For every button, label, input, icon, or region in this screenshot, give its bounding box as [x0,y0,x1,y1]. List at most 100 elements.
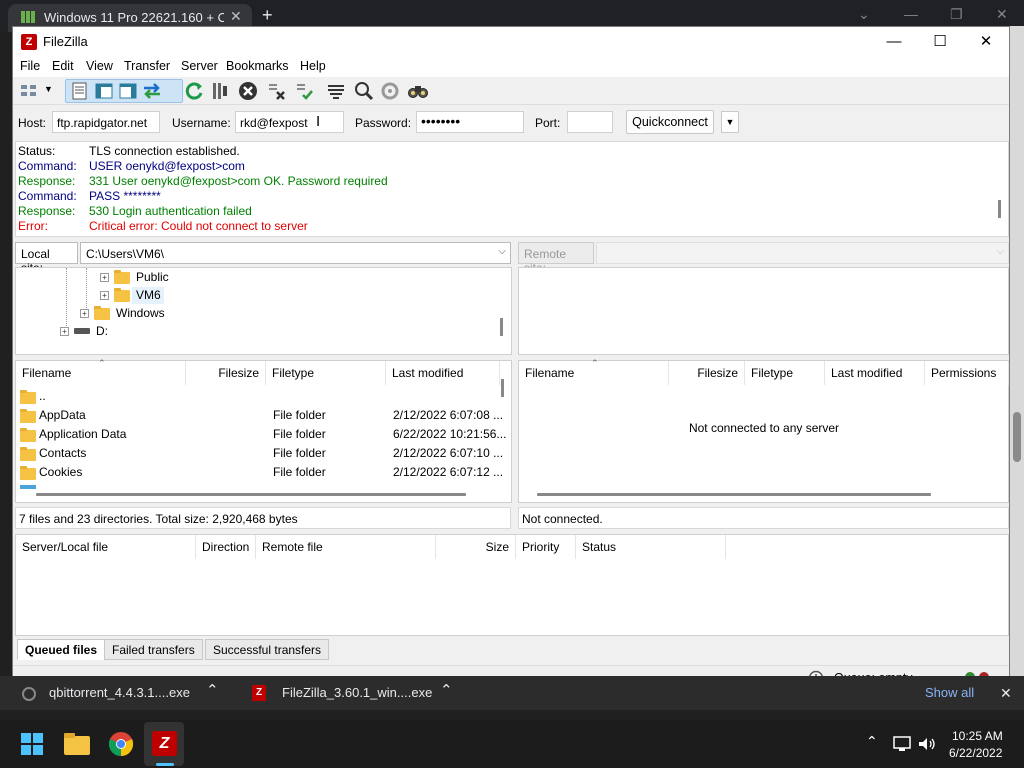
file-row[interactable]: Contacts File folder 2/12/2022 6:07:10 .… [20,444,503,463]
host-minimize-icon[interactable]: — [904,6,918,22]
new-tab-button[interactable]: + [262,5,273,26]
site-manager-dropdown-icon[interactable]: ▼ [44,84,53,94]
toggle-local-tree-icon[interactable] [93,80,115,102]
local-list-hscrollbar-thumb[interactable] [36,493,466,496]
menu-bookmarks[interactable]: Bookmarks [226,59,289,73]
tray-chevron-up-icon[interactable]: ⌃ [866,733,878,750]
show-all-link[interactable]: Show all [925,685,974,700]
network-icon[interactable] [893,736,911,752]
password-input[interactable]: •••••••• [416,111,524,133]
tree-item-vm6[interactable]: + VM6 [100,287,170,305]
cancel-icon[interactable] [237,80,259,102]
toggle-remote-tree-icon[interactable] [117,80,139,102]
column-filesize[interactable]: Filesize [186,361,266,385]
minimize-button[interactable]: — [871,27,917,57]
username-input[interactable]: rkd@fexpost I [235,111,344,133]
tab-successful-transfers[interactable]: Successful transfers [205,639,330,660]
host-scrollbar[interactable] [1010,26,1024,690]
column-last-modified[interactable]: Last modified [825,361,925,385]
local-tree-scrollbar-thumb[interactable] [500,318,503,336]
file-modified: 2/12/2022 6:07:12 ... [393,465,504,479]
windows-start-icon[interactable] [20,732,44,756]
quickconnect-dropdown-icon[interactable]: ▼ [721,111,739,133]
volume-icon[interactable] [917,736,937,752]
chevron-up-icon[interactable]: ⌃ [440,681,453,699]
download-item-filezilla[interactable]: FileZilla_3.60.1_win....exe [282,685,432,700]
directory-listing-filters-icon[interactable] [325,80,347,102]
menu-file[interactable]: File [20,59,40,73]
transfer-queue[interactable]: Server/Local file Direction Remote file … [15,534,1009,636]
process-queue-icon[interactable] [209,80,231,102]
remote-file-list[interactable]: Filename ⌃ Filesize Filetype Last modifi… [518,358,1009,503]
message-log[interactable]: Status: TLS connection established. Comman… [15,141,1009,237]
local-directory-tree[interactable]: + Public + VM6 + Windows + D: [15,267,512,355]
file-row[interactable]: Cookies File folder 2/12/2022 6:07:12 ..… [20,463,504,482]
menu-view[interactable]: View [86,59,113,73]
file-row[interactable]: Application Data File folder 6/22/2022 1… [20,425,506,444]
site-manager-icon[interactable] [19,80,41,102]
filezilla-taskbar-icon[interactable]: Z [152,731,177,756]
log-scrollbar[interactable] [994,142,1006,236]
tree-item-label: Public [136,270,169,284]
menu-edit[interactable]: Edit [52,59,74,73]
local-file-list[interactable]: Filename ⌃ Filesize Filetype Last modifi… [15,358,512,503]
column-permissions[interactable]: Permissions [925,361,1009,385]
file-row[interactable]: AppData File folder 2/12/2022 6:07:08 ..… [20,406,503,425]
local-site-dropdown-icon[interactable]: ⌵ [498,246,506,257]
remote-site-dropdown-icon[interactable]: ⌵ [996,246,1004,257]
reconnect-icon[interactable] [293,80,315,102]
compare-icon[interactable] [353,80,375,102]
remote-directory-tree[interactable] [518,267,1009,355]
host-scrollbar-thumb[interactable] [1013,412,1021,462]
menu-server[interactable]: Server [181,59,218,73]
menu-help[interactable]: Help [300,59,326,73]
column-filesize[interactable]: Filesize [669,361,745,385]
local-site-path[interactable]: C:\Users\VM6\ ⌵ [80,242,511,264]
host-chevron-down-icon[interactable]: ⌄ [858,6,870,23]
toggle-log-icon[interactable] [69,80,91,102]
log-scrollbar-thumb[interactable] [998,200,1001,218]
maximize-button[interactable]: ☐ [917,27,963,57]
column-direction[interactable]: Direction [196,535,256,559]
column-status[interactable]: Status [576,535,726,559]
column-size[interactable]: Size [436,535,516,559]
close-downloads-icon[interactable]: ✕ [1000,685,1012,702]
column-filetype[interactable]: Filetype [266,361,386,385]
column-remote-file[interactable]: Remote file [256,535,436,559]
local-list-vscrollbar-thumb[interactable] [501,379,504,397]
host-close-icon[interactable]: ✕ [996,6,1008,23]
close-button[interactable]: ✕ [963,27,1009,57]
disconnect-icon[interactable] [265,80,287,102]
clock-date[interactable]: 6/22/2022 [949,746,1002,760]
drive-icon [74,328,90,334]
expand-icon[interactable]: + [60,327,69,336]
refresh-icon[interactable] [183,80,205,102]
tab-queued-files[interactable]: Queued files [17,639,106,660]
remote-site-path[interactable]: ⌵ [596,242,1009,264]
remote-list-hscrollbar-thumb[interactable] [537,493,931,496]
column-last-modified[interactable]: Last modified [386,361,500,385]
folder-icon [114,288,130,302]
port-input[interactable] [567,111,613,133]
column-server-local-file[interactable]: Server/Local file [16,535,196,559]
expand-icon[interactable]: + [100,273,109,282]
toggle-queue-icon[interactable] [141,80,163,102]
host-restore-icon[interactable]: ❐ [950,6,963,23]
synchronized-browsing-icon[interactable] [379,80,401,102]
expand-icon[interactable]: + [80,309,89,318]
tab-failed-transfers[interactable]: Failed transfers [104,639,203,660]
file-explorer-icon[interactable] [64,733,90,755]
column-filetype[interactable]: Filetype [745,361,825,385]
column-priority[interactable]: Priority [516,535,576,559]
search-icon[interactable] [407,80,429,102]
host-tab-close-icon[interactable]: ✕ [230,8,242,25]
menu-transfer[interactable]: Transfer [124,59,170,73]
expand-icon[interactable]: + [100,291,109,300]
host-input[interactable]: ftp.rapidgator.net [52,111,160,133]
file-row[interactable]: .. [20,387,500,406]
quickconnect-button[interactable]: Quickconnect [626,110,714,134]
chrome-icon[interactable] [108,731,134,757]
chevron-up-icon[interactable]: ⌃ [206,681,219,699]
download-item-qbittorrent[interactable]: qbittorrent_4.4.3.1....exe [49,685,190,700]
clock-time[interactable]: 10:25 AM [952,729,1003,743]
